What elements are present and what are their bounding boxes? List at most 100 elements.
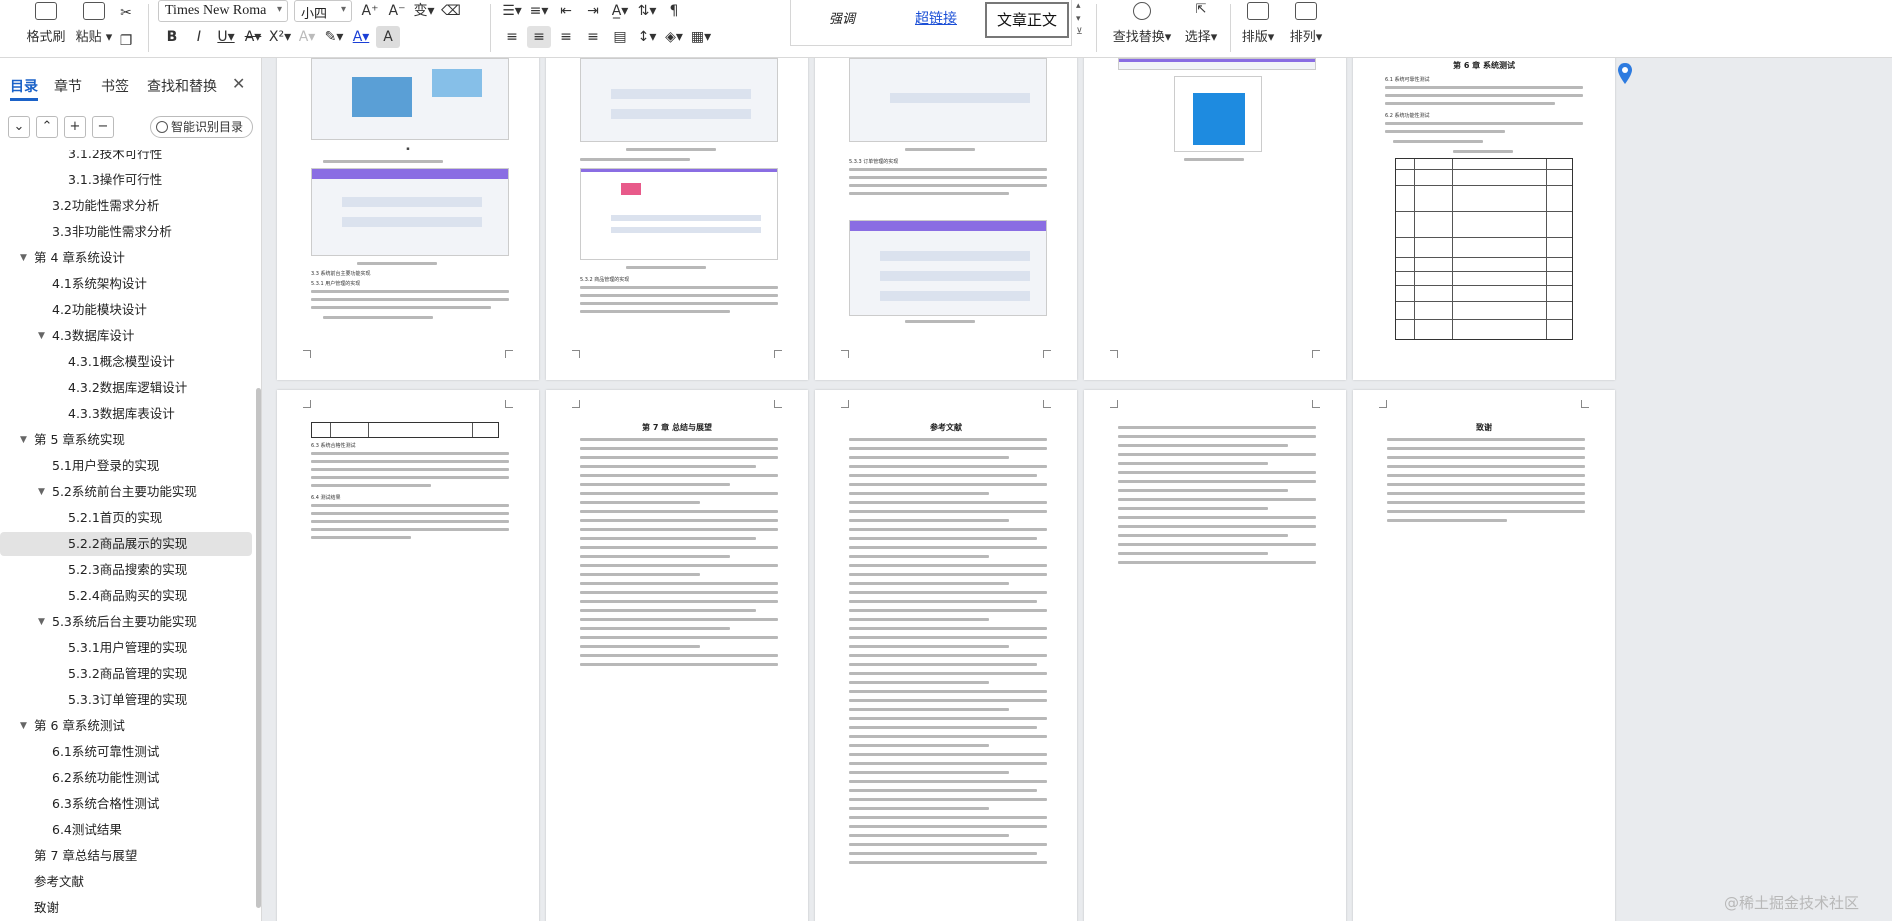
tab-toc[interactable]: 目录 xyxy=(10,76,38,101)
superscript-icon[interactable]: X²▾ xyxy=(268,26,292,48)
text-direction-icon[interactable]: A̲▾ xyxy=(608,0,632,22)
toc-item[interactable]: ▼ 第 6 章系统测试 xyxy=(0,714,252,738)
page-thumbnail[interactable]: 第 6 章 系统测试 6.1 系统可靠性测试 6.2 系统功能性测试 xyxy=(1353,58,1615,380)
line-spacing-icon[interactable]: ↕▾ xyxy=(635,26,659,48)
shading-icon[interactable]: ◈▾ xyxy=(662,26,686,48)
toc-item[interactable]: 5.3.1用户管理的实现 xyxy=(0,636,252,660)
expand-triangle-icon[interactable]: ▼ xyxy=(20,246,27,270)
font-color-icon[interactable]: A▾ xyxy=(349,26,373,48)
toc-item[interactable]: ▼ 第 4 章系统设计 xyxy=(0,246,252,270)
bold-icon[interactable]: B xyxy=(160,26,184,48)
toc-item[interactable]: 5.3.2商品管理的实现 xyxy=(0,662,252,686)
page-thumbnail[interactable]: 5.3.3 订单管理的实现 xyxy=(815,58,1077,380)
phonetic-icon[interactable]: 变▾ xyxy=(412,0,436,22)
grow-font-icon[interactable]: A⁺ xyxy=(358,0,382,22)
toc-item[interactable]: 3.2功能性需求分析 xyxy=(0,194,252,218)
toc-item[interactable]: 致谢 xyxy=(0,896,252,920)
highlight-icon[interactable]: ✎▾ xyxy=(322,26,346,48)
toc-item[interactable]: 3.3非功能性需求分析 xyxy=(0,220,252,244)
italic-icon[interactable]: I xyxy=(187,26,211,48)
page-thumbnail[interactable]: ▪ 3.3 系统前台主要功能实现 5.3.1 用户管理的实现 xyxy=(277,58,539,380)
tab-bookmarks[interactable]: 书签 xyxy=(101,76,129,96)
toc-item[interactable]: ▼ 5.3系统后台主要功能实现 xyxy=(0,610,252,634)
align-right-icon[interactable]: ≡ xyxy=(554,26,578,48)
toc-item[interactable]: ▼ 第 5 章系统实现 xyxy=(0,428,252,452)
paste-button[interactable]: 粘贴 ▾ xyxy=(72,0,116,45)
toc-item[interactable]: 第 7 章总结与展望 xyxy=(0,844,252,868)
page-thumbnail[interactable]: 5.3.2 商品管理的实现 xyxy=(546,58,808,380)
align-center-icon[interactable]: ≡ xyxy=(527,26,551,48)
toc-item[interactable]: 5.2.1首页的实现 xyxy=(0,506,252,530)
toc-item[interactable]: 6.1系统可靠性测试 xyxy=(0,740,252,764)
show-marks-icon[interactable]: ¶ xyxy=(662,0,686,22)
strikethrough-icon[interactable]: A▾ xyxy=(241,26,265,48)
distribute-icon[interactable]: ▤ xyxy=(608,26,632,48)
sort-icon[interactable]: ⇅▾ xyxy=(635,0,659,22)
layout-button[interactable]: 排版▾ xyxy=(1238,0,1278,45)
format-painter-button[interactable]: 格式刷 xyxy=(24,0,68,45)
toc-item[interactable]: 6.2系统功能性测试 xyxy=(0,766,252,790)
toc-item[interactable]: 5.2.4商品购买的实现 xyxy=(0,584,252,608)
style-emphasis[interactable]: 强调 xyxy=(829,8,855,27)
find-replace-button[interactable]: 查找替换▾ xyxy=(1110,0,1174,45)
toc-item[interactable]: 6.4测试结果 xyxy=(0,818,252,842)
toc-scrollbar[interactable] xyxy=(256,388,261,908)
toc-item[interactable]: 5.1用户登录的实现 xyxy=(0,454,252,478)
style-hyperlink[interactable]: 超链接 xyxy=(915,8,957,28)
toc-item[interactable]: 3.1.3操作可行性 xyxy=(0,168,252,192)
align-left-icon[interactable]: ≡ xyxy=(500,26,524,48)
arrange-button[interactable]: 排列▾ xyxy=(1286,0,1326,45)
toc-item[interactable]: ▼ 4.3数据库设计 xyxy=(0,324,252,348)
gallery-scroll-arrows[interactable]: ▴ ▾ ⊻ xyxy=(1076,0,1088,39)
page-thumbnail[interactable]: 参考文献 xyxy=(815,390,1077,921)
bullet-list-icon[interactable]: ☰▾ xyxy=(500,0,524,22)
collapse-icon[interactable]: ⌄ xyxy=(8,116,30,138)
expand-triangle-icon[interactable]: ▼ xyxy=(38,610,45,634)
toc-item[interactable]: 4.3.1概念模型设计 xyxy=(0,350,252,374)
underline-icon[interactable]: U▾ xyxy=(214,26,238,48)
border-icon[interactable]: ▦▾ xyxy=(689,26,713,48)
page-thumbnail[interactable] xyxy=(1084,58,1346,380)
toc-item[interactable]: 5.2.2商品展示的实现 xyxy=(0,532,252,556)
toc-item[interactable]: 5.2.3商品搜索的实现 xyxy=(0,558,252,582)
remove-heading-icon[interactable]: − xyxy=(92,116,114,138)
justify-icon[interactable]: ≡ xyxy=(581,26,605,48)
page-thumbnail[interactable]: 6.3 系统合格性测试 6.4 测试结果 xyxy=(277,390,539,921)
increase-indent-icon[interactable]: ⇥ xyxy=(581,0,605,22)
char-shading-icon[interactable]: A xyxy=(376,26,400,48)
cut-icon[interactable]: ✂ xyxy=(114,2,138,24)
decrease-indent-icon[interactable]: ⇤ xyxy=(554,0,578,22)
toc-item[interactable]: 4.1系统架构设计 xyxy=(0,272,252,296)
expand-triangle-icon[interactable]: ▼ xyxy=(20,428,27,452)
page-thumbnail[interactable]: 致谢 xyxy=(1353,390,1615,921)
toc-item[interactable]: 4.2功能模块设计 xyxy=(0,298,252,322)
expand-triangle-icon[interactable]: ▼ xyxy=(20,714,27,738)
toc-item[interactable]: 参考文献 xyxy=(0,870,252,894)
page-thumbnail[interactable] xyxy=(1084,390,1346,921)
numbered-list-icon[interactable]: ≡▾ xyxy=(527,0,551,22)
font-size-select[interactable]: 小四 ▾ xyxy=(294,0,352,22)
toc-item[interactable]: 3.1.2技术可行性 xyxy=(0,150,252,166)
smart-toc-button[interactable]: 智能识别目录 xyxy=(150,116,253,138)
toc-item[interactable]: 4.3.2数据库逻辑设计 xyxy=(0,376,252,400)
toc-item[interactable]: 4.3.3数据库表设计 xyxy=(0,402,252,426)
tab-sections[interactable]: 章节 xyxy=(54,76,82,96)
select-button[interactable]: ⇱ 选择▾ xyxy=(1180,0,1222,45)
add-heading-icon[interactable]: + xyxy=(64,116,86,138)
toc-item[interactable]: 6.3系统合格性测试 xyxy=(0,792,252,816)
clear-format-icon[interactable]: ⌫ xyxy=(439,0,463,22)
shrink-font-icon[interactable]: A⁻ xyxy=(385,0,409,22)
toc-item[interactable]: ▼ 5.2系统前台主要功能实现 xyxy=(0,480,252,504)
close-icon[interactable]: ✕ xyxy=(232,74,245,93)
copy-icon[interactable]: ❐ xyxy=(114,30,138,52)
expand-triangle-icon[interactable]: ▼ xyxy=(38,480,45,504)
style-body-text[interactable]: 文章正文 xyxy=(985,2,1069,38)
expand-icon[interactable]: ⌃ xyxy=(36,116,58,138)
location-pin-icon[interactable] xyxy=(1617,62,1633,86)
text-effect-icon[interactable]: A▾ xyxy=(295,26,319,48)
expand-triangle-icon[interactable]: ▼ xyxy=(38,324,45,348)
toc-item[interactable]: 5.3.3订单管理的实现 xyxy=(0,688,252,712)
tab-find-replace[interactable]: 查找和替换 xyxy=(147,76,217,96)
page-thumbnail[interactable]: 第 7 章 总结与展望 xyxy=(546,390,808,921)
font-name-select[interactable]: Times New Roma ▾ xyxy=(158,0,288,22)
